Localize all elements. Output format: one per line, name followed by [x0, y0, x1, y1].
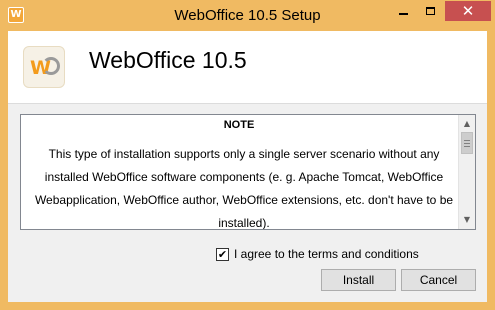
vertical-scrollbar[interactable]: ▲ ▼	[458, 115, 475, 229]
install-button[interactable]: Install	[321, 269, 396, 291]
maximize-button[interactable]	[417, 1, 443, 21]
title-bar[interactable]: W WebOffice 10.5 Setup ✕	[0, 0, 495, 31]
setup-window: W WebOffice 10.5 Setup ✕ W WebOffice 10.…	[0, 0, 495, 310]
grip-line	[464, 145, 470, 147]
logo-arc	[42, 57, 60, 75]
close-icon: ✕	[461, 2, 475, 20]
cancel-button[interactable]: Cancel	[401, 269, 476, 291]
agree-terms-row[interactable]: ✔ I agree to the terms and conditions	[216, 246, 419, 262]
scroll-up-icon[interactable]: ▲	[459, 116, 475, 132]
close-button[interactable]: ✕	[445, 1, 491, 21]
maximize-icon	[425, 7, 435, 15]
minimize-icon	[398, 13, 408, 15]
agree-checkbox[interactable]: ✔	[216, 247, 229, 261]
checkmark-icon: ✔	[217, 247, 228, 261]
grip-line	[464, 142, 470, 144]
dialog-body: W WebOffice 10.5 NOTE This type of insta…	[8, 31, 487, 302]
weboffice-logo-icon: W	[23, 46, 65, 88]
agree-label[interactable]: I agree to the terms and conditions	[234, 247, 419, 261]
notice-title: NOTE	[223, 119, 255, 131]
scroll-down-icon[interactable]: ▼	[459, 212, 475, 228]
header-divider	[8, 103, 487, 104]
notice-text-area: NOTE This type of installation supports …	[21, 115, 457, 229]
product-heading: WebOffice 10.5	[89, 47, 247, 73]
license-notice-box[interactable]: NOTE This type of installation supports …	[20, 114, 476, 230]
header-panel: W WebOffice 10.5	[8, 31, 487, 103]
notice-body: This type of installation supports only …	[34, 147, 454, 229]
scroll-thumb[interactable]	[461, 132, 473, 154]
minimize-button[interactable]	[390, 1, 416, 21]
grip-line	[464, 139, 470, 141]
